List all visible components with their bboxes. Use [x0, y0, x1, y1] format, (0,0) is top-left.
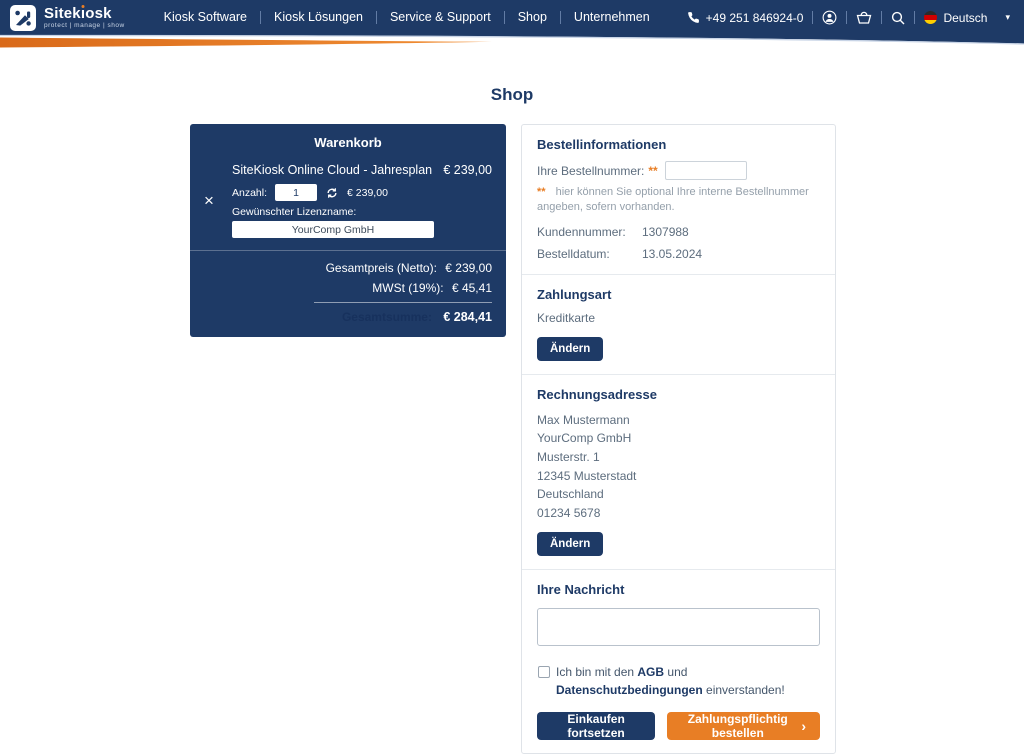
nav-item-kiosk-software[interactable]: Kiosk Software — [151, 11, 260, 24]
net-total-label: Gesamtpreis (Netto): — [326, 261, 437, 275]
billing-address-title: Rechnungsadresse — [537, 387, 820, 402]
cart-title: Warenkorb — [190, 124, 506, 163]
required-marker: ** — [648, 164, 657, 178]
language-selector[interactable]: Deutsch — [924, 11, 987, 25]
nav-item-unternehmen[interactable]: Unternehmen — [560, 11, 663, 24]
address-line: Musterstr. 1 — [537, 448, 820, 467]
cart-panel: Warenkorb × SiteKiosk Online Cloud - Jah… — [190, 124, 506, 337]
order-number-label: Ihre Bestellnummer: — [537, 164, 644, 178]
license-name-input[interactable] — [232, 221, 434, 238]
top-navigation-bar: Sitekıosk protect | manage | show Kiosk … — [0, 0, 1024, 35]
page-title: Shop — [0, 85, 1024, 105]
cart-icon — [856, 11, 872, 25]
sitekiosk-logo[interactable]: Sitekıosk protect | manage | show — [10, 5, 125, 31]
sitekiosk-logo-icon — [10, 5, 36, 31]
separator — [914, 11, 915, 24]
grand-total-row: Gesamtsumme: € 284,41 — [314, 302, 492, 324]
change-address-button[interactable]: Ändern — [537, 532, 603, 556]
account-icon — [822, 10, 837, 25]
address-line: Max Mustermann — [537, 411, 820, 430]
grand-total-label: Gesamtsumme: — [342, 310, 432, 324]
payment-method: Kreditkarte — [537, 311, 820, 325]
cart-item-main: SiteKiosk Online Cloud - Jahresplan € 23… — [232, 163, 492, 238]
quantity-input[interactable] — [275, 184, 317, 201]
separator — [846, 11, 847, 24]
note-marker: ** — [537, 186, 546, 198]
consent-row: Ich bin mit den AGB und Datenschutzbedin… — [537, 663, 820, 699]
order-date-label: Bestelldatum: — [537, 247, 642, 261]
phone-number: +49 251 846924-0 — [706, 11, 804, 25]
message-section: Ihre Nachricht Ich bin mit den AGB und D… — [522, 570, 835, 753]
nav-item-kiosk-loesungen[interactable]: Kiosk Lösungen — [260, 11, 376, 24]
billing-address: Max Mustermann YourComp GmbH Musterstr. … — [537, 411, 820, 523]
separator — [881, 11, 882, 24]
phone-icon — [687, 11, 700, 24]
vat-label: MWSt (19%): — [372, 281, 443, 295]
brand-text: Sitekıosk protect | manage | show — [44, 6, 125, 30]
account-button[interactable] — [822, 10, 837, 25]
chevron-right-icon: › — [801, 719, 806, 733]
payment-section: Zahlungsart Kreditkarte Ändern — [522, 275, 835, 375]
phone-link[interactable]: +49 251 846924-0 — [687, 11, 804, 25]
order-info-title: Bestellinformationen — [537, 137, 820, 152]
address-line: Deutschland — [537, 485, 820, 504]
cart-totals: Gesamtpreis (Netto): € 239,00 MWSt (19%)… — [190, 251, 506, 337]
cart-item-price: € 239,00 — [443, 163, 492, 177]
cart-item-name: SiteKiosk Online Cloud - Jahresplan — [232, 163, 432, 177]
search-button[interactable] — [891, 11, 905, 25]
order-info-section: Bestellinformationen Ihre Bestellnummer:… — [522, 125, 835, 275]
address-line: 01234 5678 — [537, 504, 820, 523]
order-number-note: ** hier können Sie optional Ihre interne… — [537, 185, 820, 216]
order-number-input[interactable] — [665, 161, 747, 180]
order-date-value: 13.05.2024 — [642, 247, 702, 261]
nav-item-service-support[interactable]: Service & Support — [376, 11, 504, 24]
brand-name: Sitekıosk — [44, 6, 125, 21]
address-line: YourComp GmbH — [537, 429, 820, 448]
german-flag-icon — [924, 11, 937, 24]
message-title: Ihre Nachricht — [537, 582, 820, 597]
change-payment-button[interactable]: Ändern — [537, 337, 603, 361]
consent-text: Ich bin mit den AGB und Datenschutzbedin… — [556, 663, 820, 699]
customer-number-value: 1307988 — [642, 225, 689, 239]
topbar-utilities: +49 251 846924-0 — [687, 10, 1010, 25]
datenschutz-link[interactable]: Datenschutzbedingungen — [556, 683, 703, 697]
consent-checkbox[interactable] — [538, 666, 550, 678]
remove-item-icon[interactable]: × — [204, 163, 232, 238]
grand-total-value: € 284,41 — [443, 310, 492, 324]
cart-line-price: € 239,00 — [347, 187, 388, 199]
place-order-button[interactable]: Zahlungspflichtig bestellen › — [667, 712, 820, 740]
cart-item: × SiteKiosk Online Cloud - Jahresplan € … — [190, 163, 506, 250]
customer-number-label: Kundennummer: — [537, 225, 642, 239]
brand-i-dot — [82, 5, 85, 8]
net-total-value: € 239,00 — [445, 261, 492, 275]
cart-button[interactable] — [856, 11, 872, 25]
quantity-label: Anzahl: — [232, 187, 267, 199]
checkout-actions: Einkaufen fortsetzen Zahlungspflichtig b… — [537, 712, 820, 740]
language-label: Deutsch — [943, 11, 987, 25]
nav-item-shop[interactable]: Shop — [504, 11, 560, 24]
separator — [812, 11, 813, 24]
agb-link[interactable]: AGB — [637, 665, 664, 679]
address-line: 12345 Musterstadt — [537, 467, 820, 486]
vat-value: € 45,41 — [452, 281, 492, 295]
continue-shopping-button[interactable]: Einkaufen fortsetzen — [537, 712, 655, 740]
checkout-card: Bestellinformationen Ihre Bestellnummer:… — [521, 124, 836, 754]
refresh-icon[interactable] — [325, 186, 339, 200]
license-name-label: Gewünschter Lizenzname: — [232, 206, 492, 218]
main-nav: Kiosk Software Kiosk Lösungen Service & … — [151, 11, 663, 24]
message-textarea[interactable] — [537, 608, 820, 646]
billing-address-section: Rechnungsadresse Max Mustermann YourComp… — [522, 375, 835, 571]
search-icon — [891, 11, 905, 25]
payment-title: Zahlungsart — [537, 287, 820, 302]
chevron-down-icon[interactable]: ▾ — [1005, 12, 1010, 23]
brand-tagline: protect | manage | show — [44, 23, 125, 30]
